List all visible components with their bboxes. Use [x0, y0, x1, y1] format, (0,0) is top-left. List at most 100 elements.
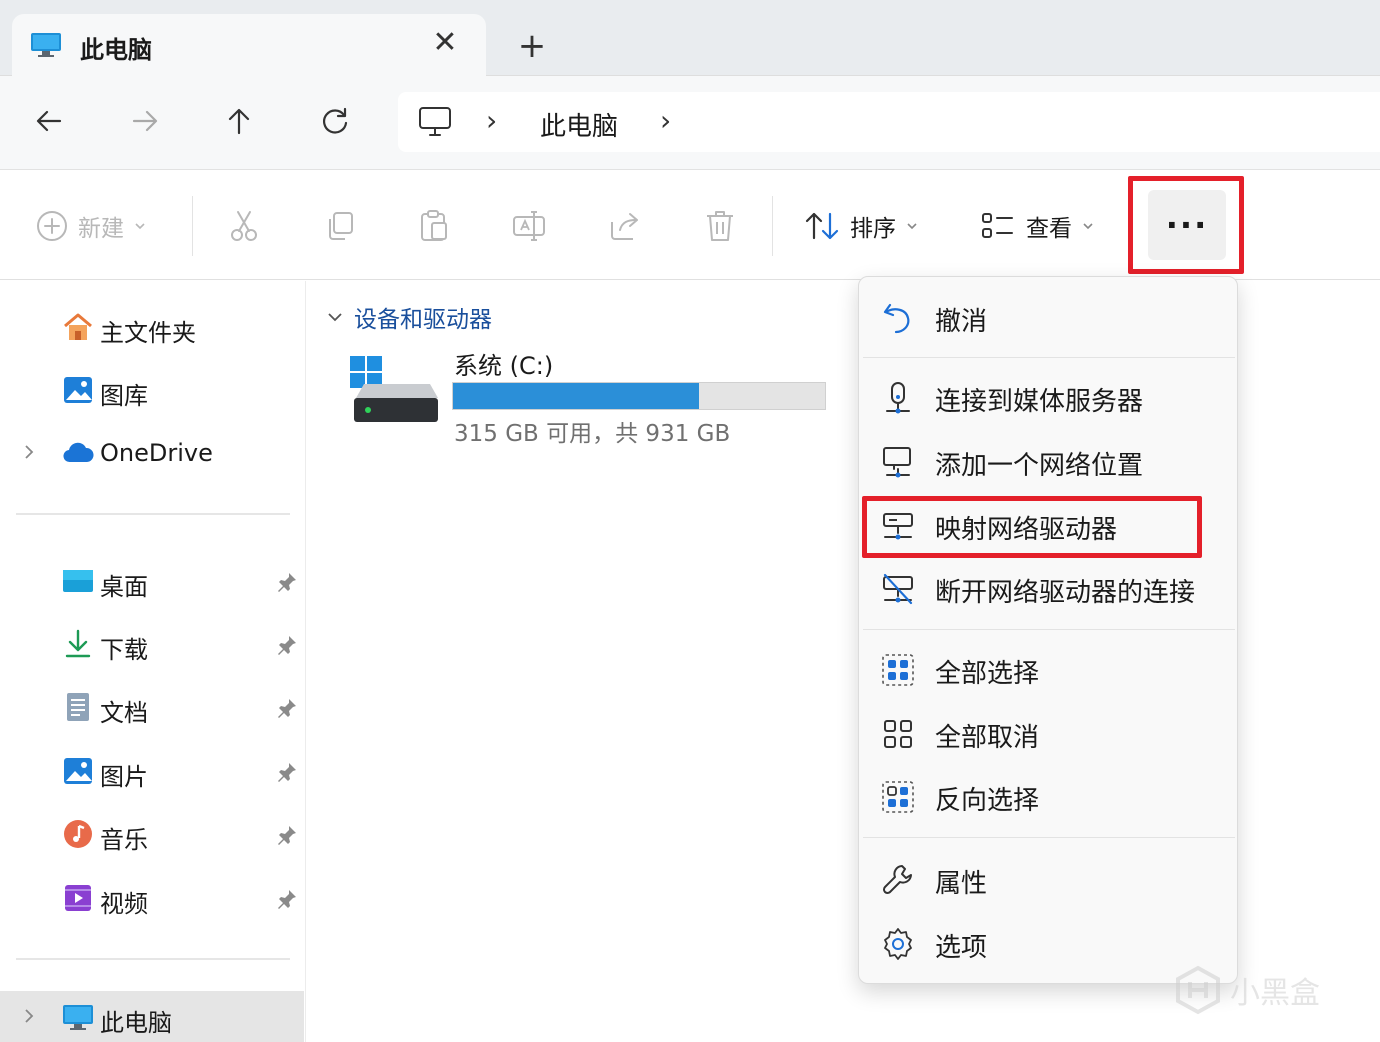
breadcrumb-this-pc[interactable]: 此电脑 — [540, 106, 618, 143]
chevron-right-icon[interactable] — [22, 1005, 36, 1027]
sidebar-item-home[interactable]: 主文件夹 — [0, 301, 300, 353]
divider — [192, 196, 193, 256]
cut-button[interactable] — [228, 206, 260, 246]
menu-item-select-all[interactable]: 全部选择 — [859, 641, 1237, 697]
video-icon — [65, 885, 91, 911]
rename-button[interactable] — [512, 206, 546, 246]
arrow-left-icon — [36, 110, 62, 132]
sidebar-item-label: 视频 — [100, 890, 148, 918]
divider — [16, 513, 290, 515]
scissors-icon — [231, 211, 257, 241]
highlight-map-network-drive — [862, 496, 1202, 558]
sidebar-item-gallery[interactable]: 图库 — [0, 364, 300, 416]
sidebar-item-label: 图库 — [100, 382, 148, 410]
pictures-icon — [64, 758, 92, 784]
pin-icon[interactable] — [276, 634, 298, 656]
address-bar[interactable]: › 此电脑 › — [398, 92, 1380, 152]
menu-item-label: 连接到媒体服务器 — [935, 387, 1144, 417]
paste-button[interactable] — [418, 206, 450, 246]
chevron-down-icon — [907, 223, 917, 230]
sidebar-item-music[interactable]: 音乐 — [0, 808, 300, 860]
copy-icon — [329, 212, 353, 240]
chevron-right-icon[interactable] — [22, 441, 36, 463]
sidebar-item-onedrive[interactable]: OneDrive — [0, 427, 300, 479]
sidebar-item-label: 文档 — [100, 699, 148, 727]
options-icon — [884, 928, 912, 960]
sidebar-item-label: 下载 — [100, 636, 148, 664]
sidebar-item-pictures[interactable]: 图片 — [0, 745, 300, 797]
forward-button[interactable] — [120, 96, 170, 146]
chevron-down-icon — [1083, 223, 1093, 230]
breadcrumb-separator[interactable]: › — [486, 104, 497, 137]
menu-item-properties[interactable]: 属性 — [859, 851, 1237, 907]
pin-icon[interactable] — [276, 824, 298, 846]
delete-button[interactable] — [704, 206, 736, 246]
clipboard-icon — [421, 210, 447, 241]
sidebar-item-documents[interactable]: 文档 — [0, 681, 300, 733]
menu-item-invert-selection[interactable]: 反向选择 — [859, 768, 1237, 824]
media-server-icon — [886, 382, 910, 414]
sidebar-item-this-pc[interactable]: 此电脑 — [0, 991, 304, 1042]
see-more-menu: 撤消 连接到媒体服务器 添加一个网络位置 映射网络驱动器 断开网络驱动器的连接 … — [858, 276, 1238, 984]
sidebar-item-videos[interactable]: 视频 — [0, 872, 300, 924]
drive-usage-fill — [453, 383, 699, 409]
menu-item-label: 撤消 — [935, 307, 988, 337]
pin-icon[interactable] — [276, 697, 298, 719]
pin-icon[interactable] — [276, 761, 298, 783]
back-button[interactable] — [24, 96, 74, 146]
drive-usage-bar — [452, 382, 826, 410]
computer-icon — [31, 33, 61, 57]
menu-item-label: 属性 — [935, 869, 988, 899]
sidebar-item-downloads[interactable]: 下载 — [0, 618, 300, 670]
drive-item-c[interactable]: 系统 (C:) 315 GB 可用，共 931 GB — [348, 344, 838, 454]
document-icon — [67, 693, 89, 721]
divider — [16, 958, 290, 960]
highlight-see-more — [1128, 176, 1244, 274]
properties-icon — [882, 865, 912, 895]
drive-icon — [350, 356, 438, 422]
menu-divider — [863, 357, 1235, 358]
new-tab-button[interactable]: + — [512, 26, 552, 66]
menu-item-label: 反向选择 — [935, 786, 1040, 816]
close-tab-button[interactable]: ✕ — [428, 26, 462, 60]
new-label: 新建 — [78, 216, 124, 242]
view-list-icon — [982, 213, 1013, 238]
computer-icon — [63, 1005, 93, 1030]
trash-icon — [707, 211, 733, 241]
copy-button[interactable] — [324, 206, 356, 246]
group-header-devices[interactable]: 设备和驱动器 — [326, 300, 492, 334]
rename-icon — [513, 211, 545, 241]
menu-item-undo[interactable]: 撤消 — [859, 289, 1237, 345]
plus-circle-icon — [37, 211, 67, 241]
refresh-button[interactable] — [310, 96, 360, 146]
sidebar-item-label: 此电脑 — [100, 1009, 172, 1037]
navigation-pane: 主文件夹 图库 OneDrive 桌面 下载 文档 图片 音乐 视频 此电脑 — [0, 281, 306, 1042]
select-none-icon — [884, 720, 912, 748]
menu-item-label: 全部取消 — [935, 723, 1040, 753]
breadcrumb-separator[interactable]: › — [660, 104, 671, 137]
menu-item-add-network-location[interactable]: 添加一个网络位置 — [859, 433, 1237, 489]
menu-item-connect-media-server[interactable]: 连接到媒体服务器 — [859, 369, 1237, 425]
menu-item-disconnect-network-drive[interactable]: 断开网络驱动器的连接 — [859, 560, 1237, 616]
menu-item-select-none[interactable]: 全部取消 — [859, 705, 1237, 761]
drive-name: 系统 (C:) — [454, 352, 554, 380]
view-label: 查看 — [1026, 216, 1072, 242]
menu-divider — [863, 629, 1235, 630]
refresh-icon — [323, 107, 348, 134]
pin-icon[interactable] — [276, 571, 298, 593]
new-button[interactable]: 新建 — [36, 206, 146, 246]
tab-this-pc[interactable]: 此电脑 ✕ — [12, 14, 486, 76]
sort-button[interactable]: 排序 — [804, 206, 918, 246]
desktop-icon — [63, 570, 93, 592]
share-button[interactable] — [608, 206, 642, 246]
pin-icon[interactable] — [276, 888, 298, 910]
sidebar-item-label: 主文件夹 — [100, 319, 196, 347]
up-button[interactable] — [214, 96, 264, 146]
navigation-bar: › 此电脑 › — [0, 76, 1380, 170]
view-button[interactable]: 查看 — [980, 206, 1094, 246]
share-icon — [611, 213, 638, 240]
menu-item-label: 添加一个网络位置 — [935, 451, 1144, 481]
sidebar-item-desktop[interactable]: 桌面 — [0, 555, 300, 607]
watermark: 小黑盒 — [1172, 962, 1352, 1018]
gallery-icon — [64, 377, 92, 403]
